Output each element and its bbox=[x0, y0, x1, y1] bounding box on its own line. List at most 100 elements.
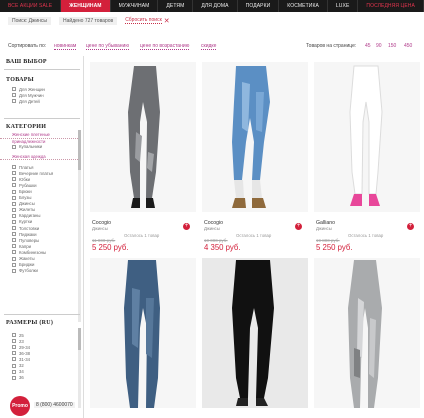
sort-option-price-desc[interactable]: цене по убыванию bbox=[86, 43, 130, 50]
checkbox-icon[interactable] bbox=[12, 226, 16, 231]
product-type: Джинсы bbox=[316, 226, 332, 231]
nav-item-7[interactable]: LUXE bbox=[328, 0, 359, 12]
nav-item-5[interactable]: ПОДАРКИ bbox=[238, 0, 280, 12]
checkbox-icon[interactable] bbox=[12, 183, 16, 188]
sort-option-price-asc[interactable]: цене по возрастанию bbox=[140, 43, 190, 50]
search-breadcrumb: Поиск: Джинсы Найдено 727 товаров Сброси… bbox=[8, 16, 170, 25]
product-photo[interactable] bbox=[202, 62, 308, 212]
checkbox-icon[interactable] bbox=[12, 339, 16, 344]
size-checkbox[interactable]: 36 bbox=[0, 375, 84, 381]
checkbox-label: Платья bbox=[19, 164, 34, 170]
reset-search-link[interactable]: Сбросить поиск bbox=[125, 17, 162, 24]
checkbox-icon[interactable] bbox=[12, 177, 16, 182]
nav-item-3[interactable]: ДЕТЯМ bbox=[158, 0, 194, 12]
sort-option-discount[interactable]: скидке bbox=[201, 43, 217, 50]
product-photo[interactable] bbox=[90, 258, 196, 408]
sort-option-newest[interactable]: новинкам bbox=[54, 43, 77, 50]
your-choice-title: ВАШ ВЫБОР bbox=[6, 59, 47, 65]
sort-label: Сортировать по: bbox=[8, 43, 47, 49]
checkbox-icon[interactable] bbox=[12, 250, 16, 255]
checkbox-label: Для Мужчин bbox=[19, 92, 44, 98]
results-count-label: Найдено 727 товаров bbox=[59, 16, 118, 25]
checkbox-icon[interactable] bbox=[12, 345, 16, 350]
checkbox-icon[interactable] bbox=[12, 213, 16, 218]
checkbox-icon[interactable] bbox=[12, 256, 16, 261]
scrollbar-thumb[interactable] bbox=[78, 130, 81, 170]
close-icon[interactable]: ✕ bbox=[164, 17, 170, 25]
checkbox-icon[interactable] bbox=[12, 207, 16, 212]
checkbox-icon[interactable] bbox=[12, 333, 16, 338]
add-to-cart-icon[interactable]: + bbox=[183, 223, 190, 230]
checkbox-label: Купальники bbox=[19, 144, 43, 150]
checkbox-icon[interactable] bbox=[12, 219, 16, 224]
nav-item-4[interactable]: ДЛЯ ДОМА bbox=[193, 0, 238, 12]
filter-sidebar: ВАШ ВЫБОР ТОВАРЫ Для Женщин Для Мужчин Для… bbox=[0, 56, 84, 418]
checkbox-icon[interactable] bbox=[12, 262, 16, 267]
checkbox-icon[interactable] bbox=[12, 363, 16, 368]
checkbox-icon[interactable] bbox=[12, 375, 16, 380]
checkbox-icon[interactable] bbox=[12, 165, 16, 170]
checkbox-icon[interactable] bbox=[12, 244, 16, 249]
promo-badge[interactable]: Promo bbox=[10, 396, 30, 416]
category-link-clothing[interactable]: Женская одежда bbox=[0, 154, 78, 161]
checkbox-label: Бриджи bbox=[19, 262, 35, 268]
per-page-150[interactable]: 150 bbox=[388, 43, 396, 49]
checkbox-icon[interactable] bbox=[12, 195, 16, 200]
checkbox-icon[interactable] bbox=[12, 357, 16, 362]
checkbox-label: Комбинезоны bbox=[19, 249, 47, 255]
add-to-cart-icon[interactable]: + bbox=[407, 223, 414, 230]
nav-item-6[interactable]: КОСМЕТИКА bbox=[279, 0, 328, 12]
product-photo[interactable] bbox=[202, 258, 308, 408]
checkbox-icon[interactable] bbox=[12, 99, 16, 104]
checkbox-icon[interactable] bbox=[12, 268, 16, 273]
product-type: Джинсы bbox=[204, 226, 220, 231]
checkbox-label: 25 bbox=[19, 332, 24, 338]
categories-scrollbar[interactable] bbox=[78, 130, 81, 322]
checkbox-icon[interactable] bbox=[12, 189, 16, 194]
per-page-label: Товаров на странице: bbox=[306, 43, 357, 49]
stock-left: Осталось 1 товар bbox=[124, 233, 160, 238]
product-price: 5 250 руб. bbox=[92, 243, 129, 252]
per-page-45[interactable]: 45 bbox=[365, 43, 371, 49]
category-checkbox[interactable]: Футболки bbox=[0, 268, 84, 274]
add-to-cart-icon[interactable]: + bbox=[295, 223, 302, 230]
checkbox-swimwear[interactable]: Купальники bbox=[0, 144, 84, 150]
checkbox-icon[interactable] bbox=[12, 171, 16, 176]
top-navigation: ВСЕ АКЦИИ SALE ЖЕНЩИНАМ МУЖЧИНАМ ДЕТЯМ ДЛЯ Д… bbox=[0, 0, 424, 12]
checkbox-label: 31-34 bbox=[19, 356, 30, 362]
nav-item-1[interactable]: ЖЕНЩИНАМ bbox=[61, 0, 111, 12]
product-photo[interactable] bbox=[90, 62, 196, 212]
checkbox-label: Жилеты bbox=[19, 207, 36, 213]
product-photo[interactable] bbox=[314, 62, 420, 212]
checkbox-icon[interactable] bbox=[12, 232, 16, 237]
category-link-accessories[interactable]: Женские плетеные принадлежности bbox=[0, 132, 78, 144]
checkbox-label: 36 bbox=[19, 375, 24, 381]
checkbox-label: Кардиганы bbox=[19, 213, 41, 219]
checkbox-icon[interactable] bbox=[12, 351, 16, 356]
checkbox-icon[interactable] bbox=[12, 369, 16, 374]
checkbox-label: Блузы bbox=[19, 195, 32, 201]
checkbox-label: Джинсы bbox=[19, 201, 35, 207]
product-price: 5 250 руб. bbox=[316, 243, 353, 252]
per-page-90[interactable]: 90 bbox=[376, 43, 382, 49]
checkbox-icon[interactable] bbox=[12, 87, 16, 92]
nav-item-0[interactable]: ВСЕ АКЦИИ SALE bbox=[0, 0, 62, 12]
checkbox-label: Футболки bbox=[19, 268, 38, 274]
scrollbar-thumb[interactable] bbox=[78, 328, 81, 350]
checkbox-icon[interactable] bbox=[12, 144, 16, 149]
checkbox-label: Куртки bbox=[19, 219, 33, 225]
checkbox-icon[interactable] bbox=[12, 201, 16, 206]
per-page-450[interactable]: 450 bbox=[404, 43, 412, 49]
product-photo[interactable] bbox=[314, 258, 420, 408]
checkbox-label: 29-34 bbox=[19, 344, 30, 350]
checkbox-label: 23 bbox=[19, 338, 24, 344]
divider bbox=[4, 69, 80, 70]
goods-title: ТОВАРЫ bbox=[6, 77, 34, 83]
checkbox-icon[interactable] bbox=[12, 93, 16, 98]
checkbox-icon[interactable] bbox=[12, 238, 16, 243]
sizes-scrollbar[interactable] bbox=[78, 328, 81, 408]
promo-phone: 8 (800) 4600070 bbox=[34, 402, 75, 408]
nav-item-8[interactable]: ПОСЛЕДНЯЯ ЦЕНА bbox=[358, 0, 424, 12]
goods-checkbox[interactable]: Для Детей bbox=[0, 98, 84, 104]
nav-item-2[interactable]: МУЖЧИНАМ bbox=[111, 0, 159, 12]
